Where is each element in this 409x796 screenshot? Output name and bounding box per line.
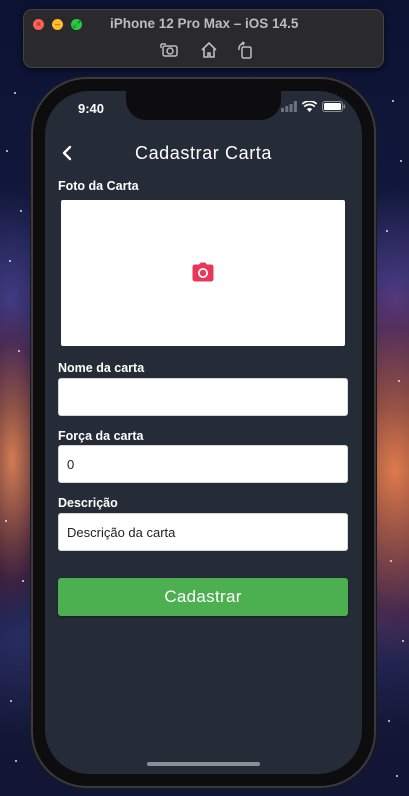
signal-icon [281, 101, 297, 112]
home-indicator [147, 762, 260, 766]
simulator-title-bar: × – ⤢ iPhone 12 Pro Max – iOS 14.5 [23, 9, 384, 68]
window-zoom-button[interactable]: ⤢ [71, 19, 82, 30]
app-screen: 9:40 Cadastrar Carta Foto da Carta Nome … [45, 91, 362, 774]
photo-picker[interactable] [61, 200, 345, 346]
battery-icon [322, 101, 346, 112]
description-label: Descrição [58, 496, 118, 510]
camera-icon [192, 262, 214, 282]
name-input[interactable] [58, 378, 348, 416]
notch [126, 91, 281, 120]
rotate-icon[interactable] [235, 40, 255, 60]
simulator-title: iPhone 12 Pro Max – iOS 14.5 [110, 16, 299, 31]
status-icons [281, 101, 346, 112]
page-title: Cadastrar Carta [134, 143, 273, 163]
submit-button[interactable]: Cadastrar [58, 578, 348, 616]
home-icon[interactable] [199, 40, 219, 60]
name-label: Nome da carta [58, 361, 145, 375]
window-close-button[interactable]: × [33, 19, 44, 30]
strength-label: Força da carta [58, 429, 144, 443]
phone-frame: 9:40 Cadastrar Carta Foto da Carta Nome … [31, 77, 376, 788]
nav-header: Cadastrar Carta [45, 138, 362, 168]
screenshot-icon[interactable] [160, 40, 180, 60]
window-minimize-button[interactable]: – [52, 19, 63, 30]
status-time: 9:40 [78, 101, 105, 116]
wifi-icon [302, 101, 317, 112]
description-input[interactable] [58, 513, 348, 551]
photo-label: Foto da Carta [58, 179, 139, 193]
strength-input[interactable] [58, 445, 348, 483]
